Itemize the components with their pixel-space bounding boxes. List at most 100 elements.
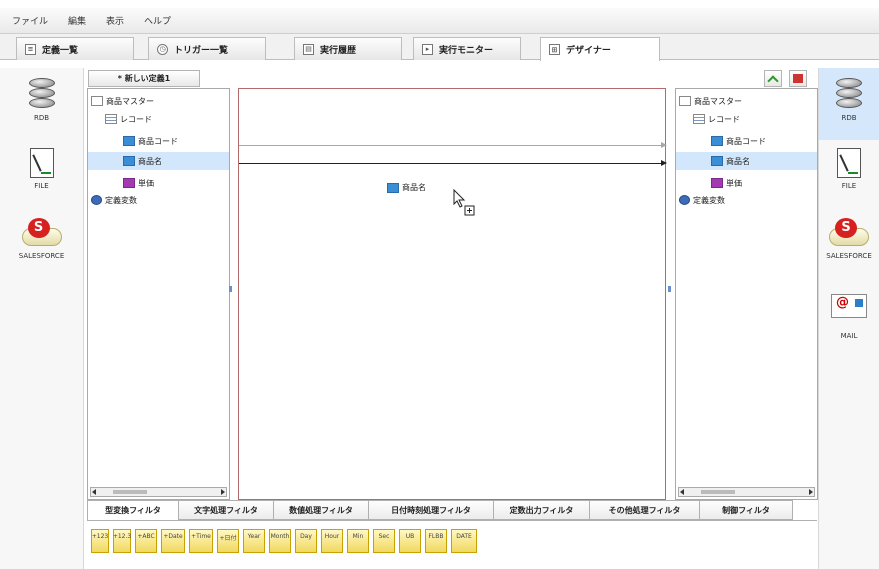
- tab-definition-list[interactable]: ≡ 定義一覧: [16, 37, 134, 60]
- palette-label: RDB: [841, 114, 857, 122]
- tab-label: デザイナー: [566, 46, 611, 56]
- tree-item-field[interactable]: 商品コード: [676, 132, 817, 150]
- mapping-canvas[interactable]: 商品名: [238, 88, 667, 500]
- palette-rdb[interactable]: RDB: [0, 78, 83, 122]
- filter-button-label: UB: [405, 533, 415, 540]
- tree-item-record[interactable]: レコード: [88, 110, 229, 128]
- field-blue-icon: [711, 136, 723, 146]
- tree-item-label: 定義変数: [105, 195, 137, 205]
- monitor-icon: ▸: [422, 43, 433, 55]
- tree-item-label: 商品コード: [726, 136, 766, 146]
- filter-button[interactable]: Month: [269, 529, 291, 553]
- tree-item-label: 商品名: [726, 156, 750, 166]
- variable-icon: [91, 195, 102, 205]
- salesforce-icon: S: [18, 218, 66, 248]
- palette-file[interactable]: FILE: [0, 148, 83, 190]
- mail-icon: @: [831, 294, 867, 318]
- tree-item-field[interactable]: 商品コード: [88, 132, 229, 150]
- record-icon: [105, 114, 117, 124]
- file-icon: [837, 148, 861, 178]
- tree-item-record[interactable]: レコード: [676, 110, 817, 128]
- tab-string-filter[interactable]: 文字処理フィルタ: [179, 500, 274, 520]
- filter-tab-bar: 型変換フィルタ 文字処理フィルタ 数値処理フィルタ 日付時刻処理フィルタ 定数出…: [87, 500, 793, 520]
- target-tree: 商品マスター レコード 商品コード 商品名 単価 定義変数: [675, 88, 818, 500]
- tree-item-field[interactable]: 単価: [676, 174, 817, 192]
- tree-item-field-selected[interactable]: 商品名: [88, 152, 229, 170]
- filter-button[interactable]: +123: [91, 529, 109, 553]
- palette-label: SALESFORCE: [826, 252, 872, 260]
- tab-other-filter[interactable]: その他処理フィルタ: [590, 500, 700, 520]
- menu-file[interactable]: ファイル: [12, 14, 48, 27]
- scroll-thumb[interactable]: [701, 490, 735, 494]
- filter-button[interactable]: Hour: [321, 529, 343, 553]
- menu-edit[interactable]: 編集: [68, 14, 86, 27]
- refresh-button[interactable]: [764, 70, 782, 87]
- scroll-left-icon[interactable]: [680, 489, 684, 495]
- new-definition-tab[interactable]: * 新しい定義1: [88, 70, 200, 87]
- field-blue-icon: [387, 182, 399, 193]
- tree-item-label: 定義変数: [693, 195, 725, 205]
- filter-button[interactable]: Day: [295, 529, 317, 553]
- tree-item-label: 単価: [726, 178, 742, 188]
- tree-item-variables[interactable]: 定義変数: [88, 191, 229, 209]
- scroll-right-icon[interactable]: [221, 489, 225, 495]
- filter-button[interactable]: UB: [399, 529, 421, 553]
- palette-mail[interactable]: @ MAIL: [819, 294, 879, 340]
- filter-button[interactable]: +Date: [161, 529, 185, 553]
- history-icon: ▤: [303, 43, 314, 55]
- filter-button[interactable]: Year: [243, 529, 265, 553]
- tab-execution-history[interactable]: ▤ 実行履歴: [294, 37, 402, 60]
- panel-divider-handle[interactable]: [229, 286, 232, 292]
- filter-button-label: Day: [300, 533, 312, 540]
- palette-rdb[interactable]: RDB: [819, 68, 879, 140]
- tree-item-field[interactable]: 単価: [88, 174, 229, 192]
- scroll-left-icon[interactable]: [92, 489, 96, 495]
- filter-button[interactable]: DATE: [451, 529, 477, 553]
- palette-file[interactable]: FILE: [819, 148, 879, 190]
- mapping-line[interactable]: [239, 142, 667, 148]
- filter-button[interactable]: FLBB: [425, 529, 447, 553]
- panel-divider-handle[interactable]: [668, 286, 671, 292]
- tree-item-field-selected[interactable]: 商品名: [676, 152, 817, 170]
- tab-constant-output-filter[interactable]: 定数出力フィルタ: [494, 500, 590, 520]
- palette-salesforce[interactable]: S SALESFORCE: [0, 218, 83, 260]
- delete-icon: [793, 74, 803, 83]
- scroll-right-icon[interactable]: [809, 489, 813, 495]
- palette-label: FILE: [34, 182, 49, 190]
- tree-item-label: 商品マスター: [106, 96, 154, 106]
- etl-designer-app: ファイル 編集 表示 ヘルプ ≡ 定義一覧 ◷ トリガー一覧 ▤ 実行履歴 ▸ …: [0, 0, 879, 569]
- palette-salesforce[interactable]: S SALESFORCE: [819, 218, 879, 260]
- palette-label: SALESFORCE: [18, 252, 65, 260]
- scroll-thumb[interactable]: [113, 490, 147, 494]
- dragged-field-label: 商品名: [402, 183, 426, 192]
- filter-button-label: +12.3: [112, 533, 132, 540]
- mapping-line[interactable]: [239, 160, 667, 166]
- tab-datetime-filter[interactable]: 日付時刻処理フィルタ: [369, 500, 494, 520]
- horizontal-scrollbar[interactable]: [90, 487, 227, 497]
- tree-item-label: レコード: [708, 114, 740, 124]
- delete-button[interactable]: [789, 70, 807, 87]
- filter-toolbox: +123 +12.3 +ABC +Date +Time +日付 Year Mon…: [87, 520, 817, 569]
- filter-button[interactable]: +日付: [217, 529, 239, 553]
- tab-execution-monitor[interactable]: ▸ 実行モニター: [413, 37, 521, 60]
- tab-control-filter[interactable]: 制御フィルタ: [700, 500, 793, 520]
- tab-designer[interactable]: ⊞ デザイナー: [540, 37, 660, 61]
- filter-button-label: Sec: [378, 533, 390, 540]
- refresh-icon: [767, 74, 779, 87]
- tree-item-table[interactable]: 商品マスター: [676, 92, 817, 110]
- horizontal-scrollbar[interactable]: [678, 487, 815, 497]
- tab-number-filter[interactable]: 数値処理フィルタ: [274, 500, 369, 520]
- filter-button[interactable]: +ABC: [135, 529, 157, 553]
- clock-icon: ◷: [157, 43, 168, 55]
- tab-trigger-list[interactable]: ◷ トリガー一覧: [148, 37, 266, 60]
- tab-type-conversion-filter[interactable]: 型変換フィルタ: [87, 500, 179, 520]
- tree-item-table[interactable]: 商品マスター: [88, 92, 229, 110]
- tree-item-variables[interactable]: 定義変数: [676, 191, 817, 209]
- menu-view[interactable]: 表示: [106, 14, 124, 27]
- filter-button[interactable]: +12.3: [113, 529, 131, 553]
- filter-button[interactable]: Min: [347, 529, 369, 553]
- dragged-field-node[interactable]: 商品名: [387, 182, 426, 193]
- filter-button[interactable]: Sec: [373, 529, 395, 553]
- filter-button[interactable]: +Time: [189, 529, 213, 553]
- menu-help[interactable]: ヘルプ: [144, 14, 171, 27]
